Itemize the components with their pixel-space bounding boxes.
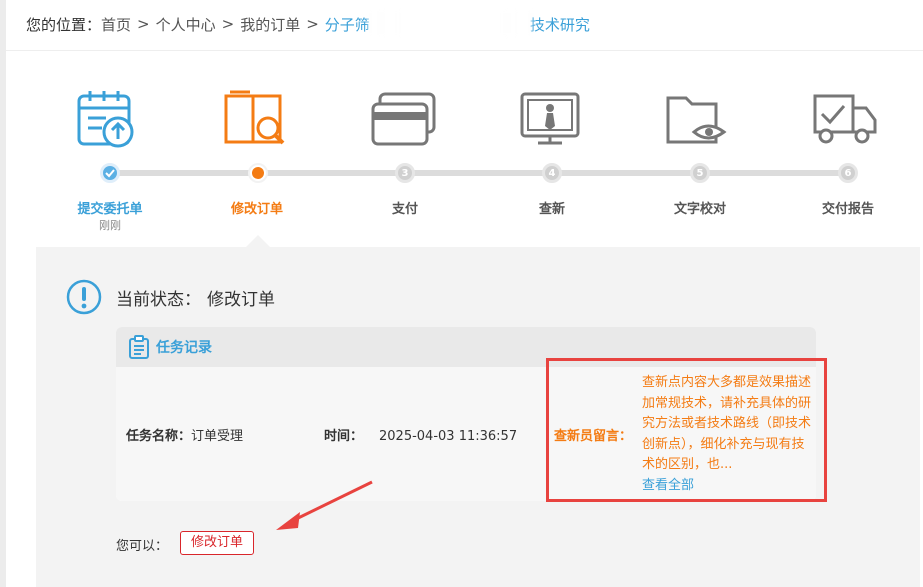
breadcrumb-current-end: 技术研究 — [529, 15, 590, 34]
exclamation-icon — [66, 279, 102, 315]
breadcrumb-separator: > — [306, 15, 319, 33]
breadcrumb-separator: > — [221, 15, 235, 33]
breadcrumb-personal-center[interactable]: 个人中心 — [156, 14, 216, 35]
folder-eye-icon — [664, 88, 730, 150]
truck-check-icon — [812, 88, 878, 150]
task-name-label: 任务名称： — [126, 429, 192, 444]
step-1-sub: 刚刚 — [99, 219, 121, 232]
step-6-label: 交付报告 — [821, 202, 874, 217]
task-record-title: 任务记录 — [156, 340, 212, 356]
highlight-box — [546, 358, 827, 502]
actions-label: 您可以： — [116, 539, 169, 554]
card-icon — [370, 88, 436, 150]
step-5-dot: 5 — [690, 163, 710, 183]
step-5-label: 文字校对 — [673, 202, 726, 217]
book-search-icon — [222, 88, 288, 150]
divider — [6, 50, 923, 51]
monitor-person-icon — [518, 88, 584, 150]
document-upload-icon — [76, 88, 142, 150]
redaction-blur — [368, 8, 532, 38]
task-time-cell: 时间： 2025-04-03 11:36:57 — [324, 425, 517, 444]
progress-steps: 3 4 5 6 提交委托单 刚刚 修改订单 支付 查新 文字校对 交付报告 — [0, 80, 923, 240]
breadcrumb-separator: > — [137, 15, 150, 33]
breadcrumb-my-orders[interactable]: 我的订单 — [240, 14, 300, 35]
clipboard-icon — [129, 335, 149, 359]
breadcrumb-current-start: 分子筛 — [324, 15, 370, 34]
annotation-arrow-icon — [276, 480, 373, 530]
step-1-label: 提交委托单 — [77, 202, 143, 217]
task-time-label: 时间： — [324, 429, 364, 444]
step-6-dot: 6 — [838, 163, 858, 183]
status-text: 当前状态： 修改订单 — [116, 285, 275, 310]
status-label: 当前状态： — [116, 289, 201, 310]
check-icon — [105, 169, 115, 178]
step-2-dot — [248, 163, 268, 183]
step-1-dot — [100, 163, 120, 183]
step-3-label: 支付 — [391, 202, 418, 217]
task-name-value: 订单受理 — [191, 429, 244, 444]
step-3-dot: 3 — [395, 163, 415, 183]
task-time-value: 2025-04-03 11:36:57 — [379, 429, 518, 444]
step-2-label: 修改订单 — [230, 202, 283, 217]
status-row: 当前状态： 修改订单 — [66, 279, 275, 315]
breadcrumb-label: 您的位置： — [26, 15, 102, 34]
step-4-dot: 4 — [542, 163, 562, 183]
modify-order-button[interactable]: 修改订单 — [180, 531, 255, 555]
status-value: 修改订单 — [207, 289, 275, 310]
task-name-cell: 任务名称：订单受理 — [126, 425, 243, 444]
step-4-label: 查新 — [538, 202, 565, 217]
panel-pointer — [246, 235, 270, 247]
progress-track — [110, 170, 848, 176]
breadcrumb-home[interactable]: 首页 — [101, 14, 131, 35]
